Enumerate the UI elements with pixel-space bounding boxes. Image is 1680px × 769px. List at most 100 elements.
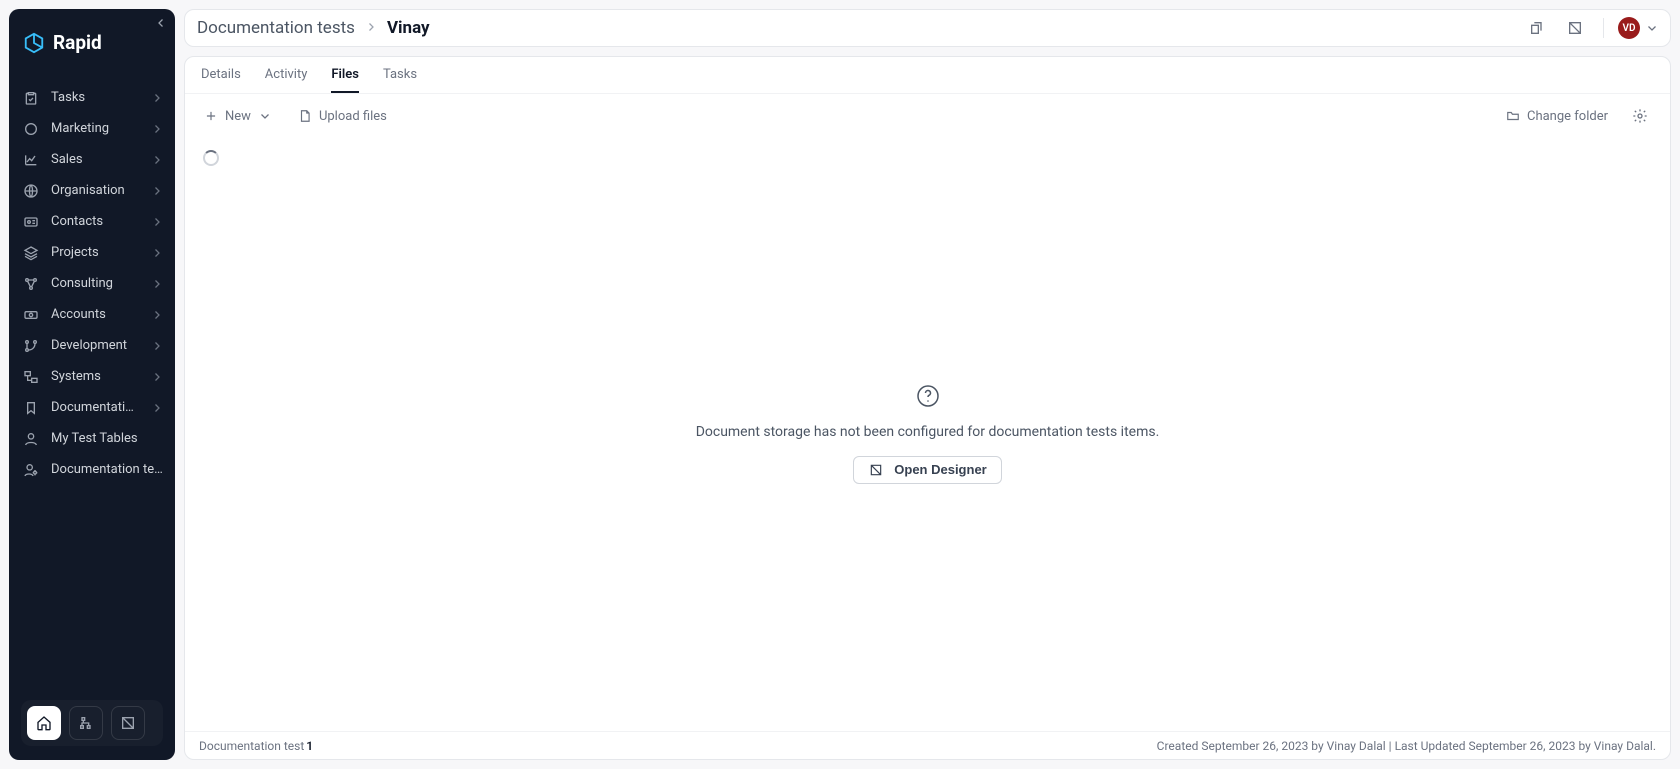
sidebar-item-label: Marketing [51, 121, 139, 136]
sidebar-item-contacts[interactable]: Contacts [9, 206, 175, 237]
sidebar-item-consulting[interactable]: Consulting [9, 268, 175, 299]
upload-files-button[interactable]: Upload files [291, 102, 393, 130]
footer-left-value: 1 [306, 739, 313, 753]
copy-icon [1529, 20, 1545, 36]
network-icon [23, 276, 39, 292]
footer-bar: Documentation test 1 Created September 2… [185, 731, 1670, 759]
sidebar-item-my-test-tables[interactable]: My Test Tables [9, 423, 175, 454]
upload-files-label: Upload files [319, 109, 387, 124]
chevron-right-icon [151, 402, 163, 414]
tool-icon [120, 715, 136, 731]
files-body: Document storage has not been configured… [185, 136, 1670, 731]
chevron-down-icon [1646, 22, 1658, 34]
footer-sitemap-button[interactable] [69, 706, 103, 740]
brand-logo-icon [23, 32, 45, 54]
sidebar-item-documentation-tests[interactable]: Documentation tests [9, 454, 175, 485]
chevron-right-icon [151, 309, 163, 321]
sidebar-collapse-button[interactable] [151, 13, 171, 33]
footer-tool-button[interactable] [111, 706, 145, 740]
sidebar-item-sales[interactable]: Sales [9, 144, 175, 175]
sidebar-item-label: Consulting [51, 276, 139, 291]
tool-icon [1567, 20, 1583, 36]
page-header: Documentation tests Vinay VD [184, 9, 1671, 47]
tab-activity[interactable]: Activity [265, 57, 308, 93]
chevron-right-icon [151, 340, 163, 352]
new-button-label: New [225, 109, 251, 124]
empty-state-message: Document storage has not been configured… [696, 424, 1160, 440]
help-circle-icon [916, 384, 940, 408]
sidebar-item-organisation[interactable]: Organisation [9, 175, 175, 206]
sidebar-item-systems[interactable]: Systems [9, 361, 175, 392]
sidebar-item-tasks[interactable]: Tasks [9, 82, 175, 113]
chevron-right-icon [151, 154, 163, 166]
tool-icon [868, 462, 884, 478]
sidebar-item-marketing[interactable]: Marketing [9, 113, 175, 144]
branch-icon [23, 338, 39, 354]
sidebar-item-label: Organisation [51, 183, 139, 198]
sidebar-item-label: My Test Tables [51, 431, 163, 446]
user-cog-icon [23, 462, 39, 478]
tab-files[interactable]: Files [331, 57, 359, 93]
sidebar-item-label: Contacts [51, 214, 139, 229]
sitemap-icon [78, 715, 94, 731]
change-folder-button[interactable]: Change folder [1499, 102, 1614, 130]
chevron-right-icon [151, 216, 163, 228]
header-copy-button[interactable] [1523, 14, 1551, 42]
divider [1603, 18, 1604, 38]
sidebar-item-label: Documentation [51, 400, 139, 415]
folder-icon [1505, 108, 1521, 124]
change-folder-label: Change folder [1527, 109, 1608, 124]
sidebar-item-accounts[interactable]: Accounts [9, 299, 175, 330]
footer-meta-text: Created September 26, 2023 by Vinay Dala… [1157, 739, 1656, 753]
bookmark-icon [23, 400, 39, 416]
breadcrumb-parent[interactable]: Documentation tests [197, 18, 355, 38]
content-panel: Details Activity Files Tasks New Upload fil… [184, 56, 1671, 760]
chevron-right-icon [151, 371, 163, 383]
sidebar-item-label: Documentation tests [51, 462, 163, 477]
sidebar-item-label: Projects [51, 245, 139, 260]
user-icon [23, 431, 39, 447]
chevron-right-icon [151, 247, 163, 259]
brand: Rapid [9, 27, 175, 82]
sidebar-nav: Tasks Marketing Sales Organisation Contacts P… [9, 82, 175, 690]
sidebar-item-label: Accounts [51, 307, 139, 322]
chevron-right-icon [151, 185, 163, 197]
chart-line-icon [23, 152, 39, 168]
clipboard-check-icon [23, 90, 39, 106]
footer-left-label: Documentation test [199, 739, 304, 753]
breadcrumb-current: Vinay [387, 18, 430, 38]
open-designer-label: Open Designer [894, 462, 986, 477]
footer-home-button[interactable] [27, 706, 61, 740]
diagram-icon [23, 369, 39, 385]
sidebar-item-label: Tasks [51, 90, 139, 105]
chevron-down-icon [257, 108, 273, 124]
files-toolbar: New Upload files Change folder [185, 94, 1670, 136]
new-button[interactable]: New [197, 102, 279, 130]
plus-icon [203, 108, 219, 124]
layers-icon [23, 245, 39, 261]
id-card-icon [23, 214, 39, 230]
sidebar-item-documentation[interactable]: Documentation [9, 392, 175, 423]
gear-icon [1632, 108, 1648, 124]
sidebar-item-projects[interactable]: Projects [9, 237, 175, 268]
sidebar-item-label: Systems [51, 369, 139, 384]
breadcrumb: Documentation tests Vinay [197, 18, 430, 38]
tab-tasks[interactable]: Tasks [383, 57, 417, 93]
chevron-left-icon [155, 17, 167, 29]
sidebar-footer [21, 700, 163, 746]
avatar: VD [1618, 17, 1640, 39]
sidebar-item-label: Development [51, 338, 139, 353]
sidebar-item-development[interactable]: Development [9, 330, 175, 361]
open-designer-button[interactable]: Open Designer [853, 456, 1001, 484]
globe-icon [23, 183, 39, 199]
sidebar: Rapid Tasks Marketing Sales Organisation Con… [9, 9, 175, 760]
chevron-right-icon [151, 278, 163, 290]
tab-details[interactable]: Details [201, 57, 241, 93]
home-icon [36, 715, 52, 731]
settings-button[interactable] [1626, 102, 1654, 130]
cash-icon [23, 307, 39, 323]
brand-name: Rapid [53, 31, 102, 54]
user-menu[interactable]: VD [1618, 17, 1658, 39]
file-icon [297, 108, 313, 124]
header-tool-button[interactable] [1561, 14, 1589, 42]
